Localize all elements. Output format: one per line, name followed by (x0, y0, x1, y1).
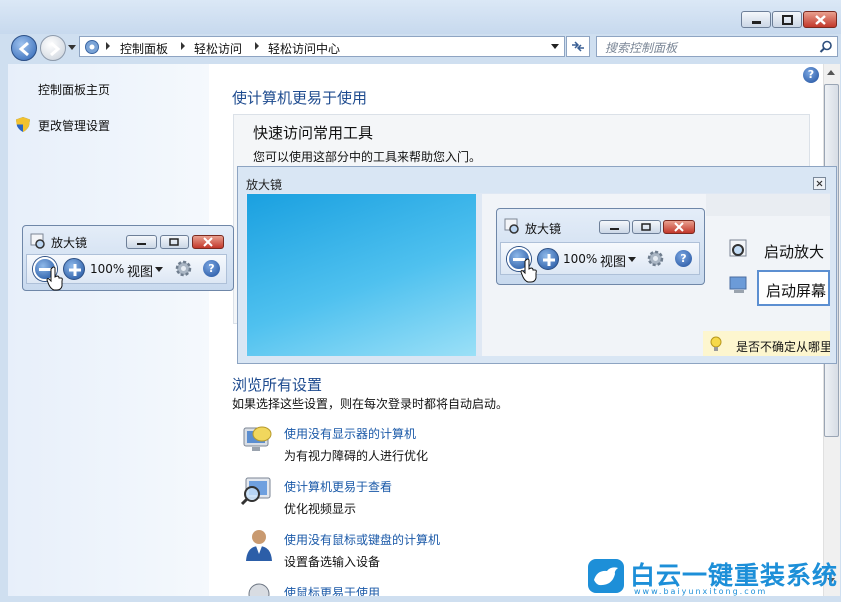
browse-item-link-4[interactable]: 使鼠标更易于使用 (284, 586, 380, 596)
browse-item-link-4-clip: 使鼠标更易于使用 (284, 584, 380, 596)
search-box[interactable]: 搜索控制面板 (596, 36, 838, 57)
breadcrumb-ease-of-access-center[interactable]: 轻松访问中心 (268, 40, 340, 57)
maximize-button[interactable] (772, 11, 802, 28)
lens-toolbar-title: 放大镜 (525, 222, 562, 236)
lens-zoom-level: 100% (563, 252, 598, 266)
magnifier-icon (30, 233, 45, 249)
gear-icon[interactable] (174, 259, 193, 278)
arrow-left-icon (18, 41, 29, 57)
back-button[interactable] (11, 35, 37, 61)
magnifier-minimize-button[interactable] (126, 235, 157, 249)
user-icon (246, 530, 272, 561)
close-icon (674, 222, 684, 232)
title-bar (0, 0, 841, 34)
history-dropdown-icon[interactable] (68, 45, 76, 50)
gear-icon[interactable] (646, 249, 665, 268)
lens-view-menu[interactable]: 视图 (600, 251, 626, 270)
close-icon (815, 15, 826, 25)
breadcrumb-ease-of-access[interactable]: 轻松访问 (194, 40, 242, 57)
magnify-screen-icon (240, 477, 271, 506)
lens-item-start-magnifier: 启动放大 (764, 243, 825, 261)
change-admin-settings-link[interactable]: 更改管理设置 (38, 117, 110, 134)
view-menu[interactable]: 视图 (127, 261, 153, 280)
lens-zoom-in-button[interactable] (537, 248, 559, 270)
lens-desktop-area (247, 194, 476, 356)
browse-item-link-2[interactable]: 使计算机更易于查看 (284, 478, 392, 495)
plus-icon (543, 254, 555, 266)
hand-cursor-icon (520, 258, 537, 283)
bird-logo-icon (588, 559, 624, 593)
browse-item-link-1[interactable]: 使用没有显示器的计算机 (284, 425, 416, 442)
search-input[interactable]: 搜索控制面板 (605, 39, 677, 56)
chevron-down-icon (155, 267, 163, 272)
breadcrumb-separator-icon (255, 42, 259, 50)
browse-item-desc-3: 设置备选输入设备 (284, 555, 381, 569)
page-title: 使计算机更易于使用 (232, 89, 368, 107)
close-icon (816, 180, 823, 187)
lens-item-start-screen: 启动屏幕 (766, 282, 827, 300)
browse-settings-description: 如果选择这些设置，则在每次登录时都将自动启动。 (232, 397, 509, 411)
minimize-icon (610, 228, 619, 230)
refresh-icon (572, 41, 584, 52)
address-bar[interactable]: 控制面板 轻松访问 轻松访问中心 (79, 36, 565, 57)
scroll-up-icon[interactable] (827, 70, 835, 75)
lens-toolbar-minimize[interactable] (599, 220, 630, 234)
shield-icon (16, 117, 30, 132)
narrator-app-icon (729, 276, 747, 293)
close-icon (203, 237, 213, 247)
quick-access-description: 您可以使用这部分中的工具来帮助您入门。 (253, 150, 482, 164)
arrow-right-icon (50, 41, 61, 57)
lens-close-button[interactable] (813, 177, 826, 190)
minimize-icon (137, 243, 146, 245)
maximize-icon (641, 223, 651, 231)
mouse-icon (248, 583, 270, 596)
left-navigation-pane (8, 64, 209, 596)
minimize-button[interactable] (741, 11, 771, 28)
zoom-level: 100% (90, 262, 125, 276)
magnifier-app-icon (729, 239, 747, 257)
browse-item-desc-1: 为有视力障碍的人进行优化 (284, 449, 429, 463)
lens-toolbar-close[interactable] (663, 220, 695, 234)
breadcrumb-control-panel[interactable]: 控制面板 (120, 40, 168, 57)
magnifier-maximize-button[interactable] (160, 235, 189, 249)
browse-settings-heading: 浏览所有设置 (232, 376, 323, 394)
browse-item-link-3[interactable]: 使用没有鼠标或键盘的计算机 (284, 531, 440, 548)
search-icon[interactable] (819, 40, 833, 54)
quick-access-heading: 快速访问常用工具 (253, 124, 374, 142)
breadcrumb-separator-icon (181, 42, 185, 50)
watermark-url: www.baiyunxitong.com (634, 587, 768, 596)
breadcrumb-separator-icon (106, 42, 110, 50)
minimize-icon (752, 21, 761, 24)
chevron-down-icon (628, 257, 636, 262)
help-icon[interactable]: ? (803, 67, 819, 83)
lightbulb-icon (710, 336, 722, 351)
maximize-icon (782, 15, 793, 25)
display-speaker-icon (243, 426, 272, 451)
lens-hint-clip: 是否不确定从哪里 (736, 338, 830, 354)
maximize-icon (169, 238, 179, 246)
lens-toolbar-maximize[interactable] (632, 220, 661, 234)
close-button[interactable] (803, 11, 837, 28)
browse-item-desc-2: 优化视频显示 (284, 502, 357, 516)
lens-zoomed-header (706, 194, 830, 216)
lens-title: 放大镜 (246, 178, 283, 192)
plus-icon (69, 264, 81, 276)
control-panel-home-link[interactable]: 控制面板主页 (38, 81, 110, 98)
magnifier-toolbar-title: 放大镜 (51, 236, 88, 250)
zoom-in-button[interactable] (63, 258, 85, 280)
help-icon[interactable]: ? (203, 260, 220, 277)
address-dropdown-icon[interactable] (551, 44, 559, 49)
help-icon[interactable]: ? (675, 250, 692, 267)
magnifier-icon (504, 218, 519, 234)
control-panel-icon (85, 40, 99, 54)
hand-cursor-icon (46, 266, 63, 291)
lens-hint-text: 是否不确定从哪里 (736, 340, 830, 354)
refresh-button[interactable] (566, 36, 590, 57)
magnifier-close-button[interactable] (192, 235, 224, 249)
forward-button[interactable] (40, 35, 66, 61)
